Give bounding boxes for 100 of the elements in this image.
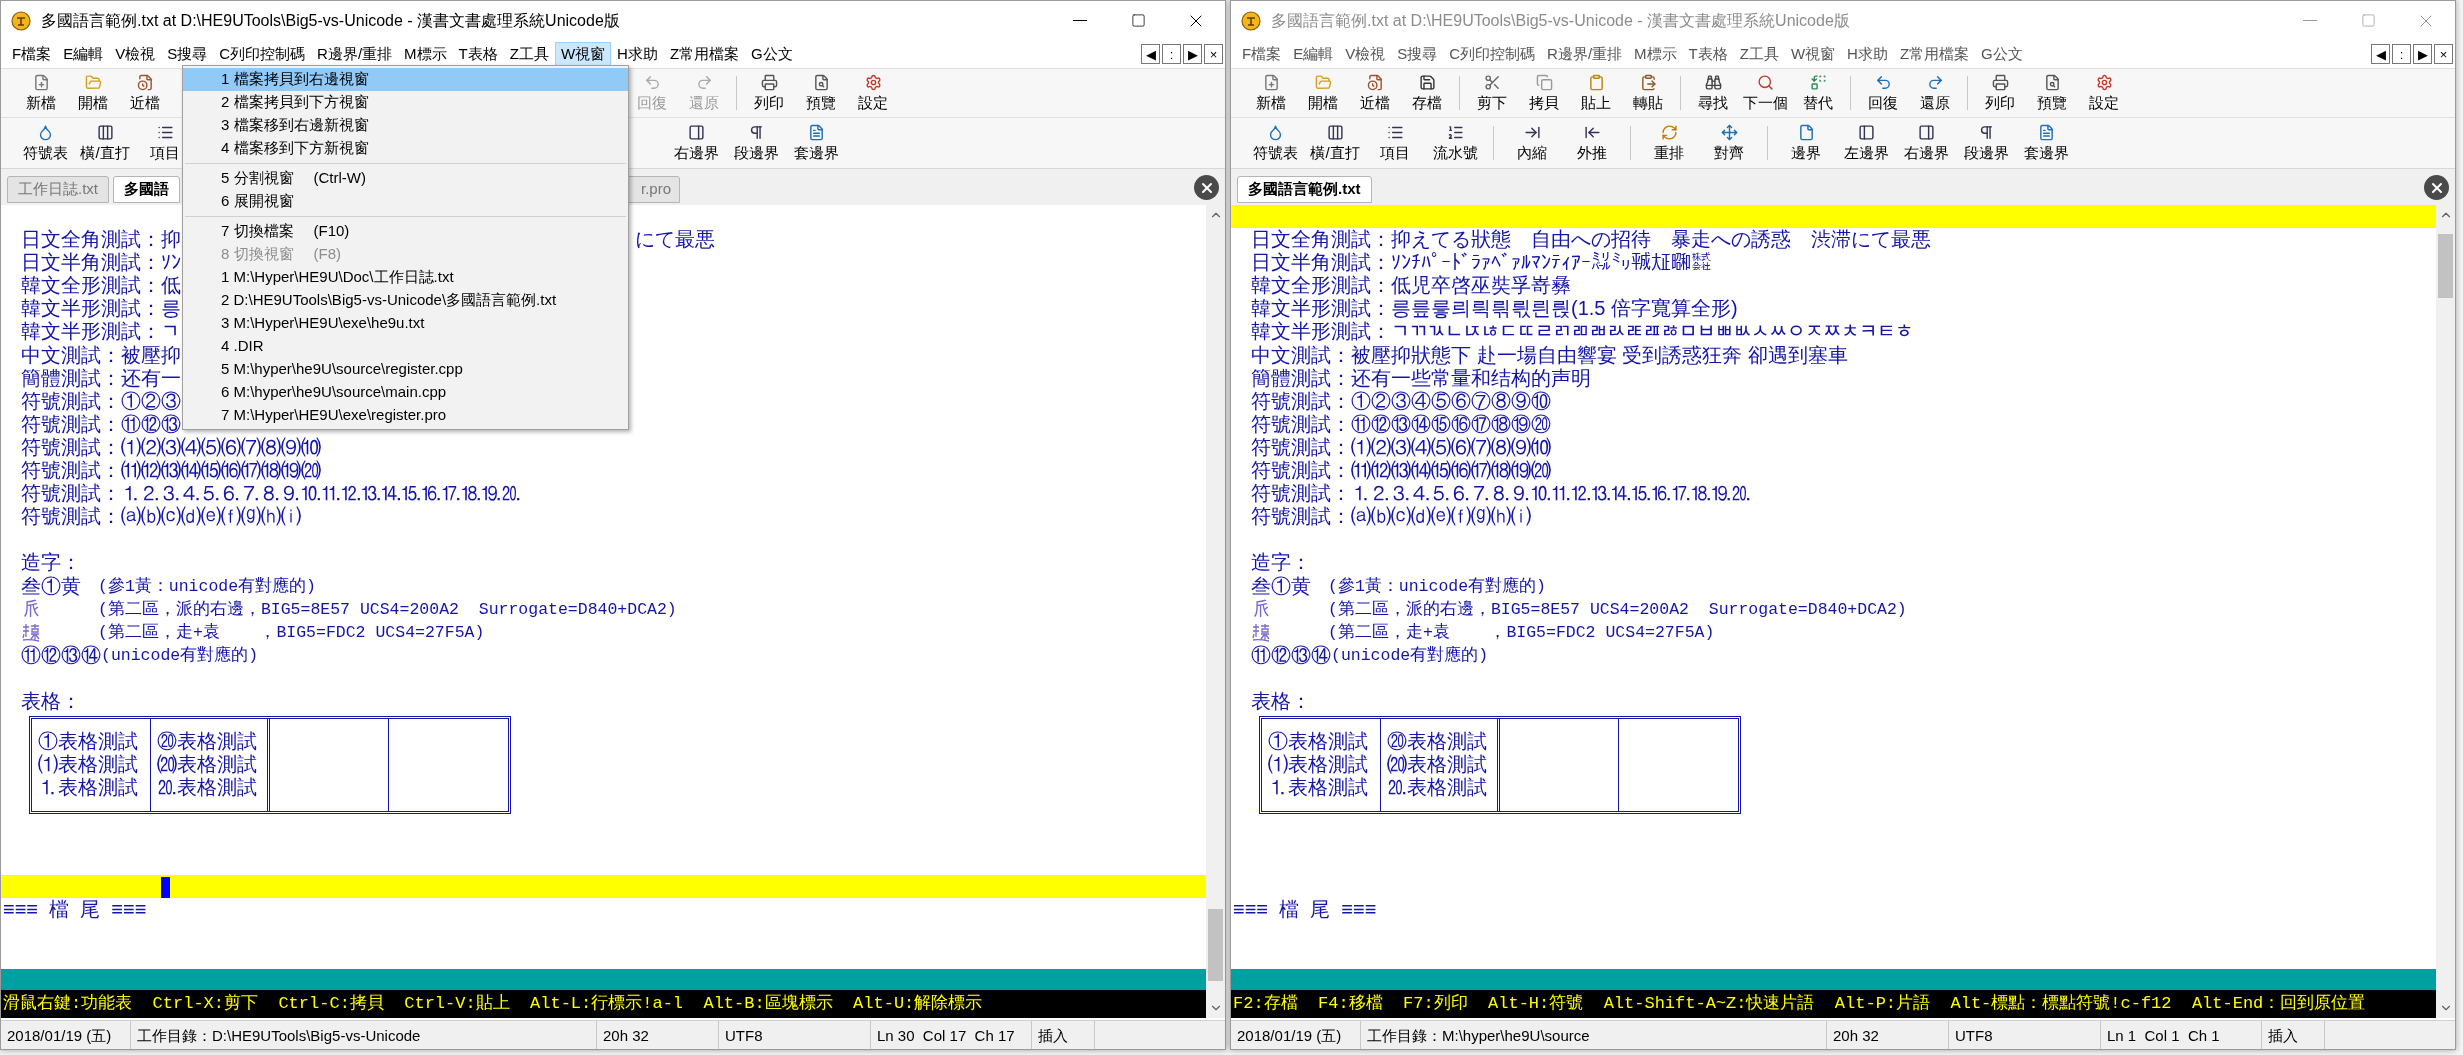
menu-bar-item[interactable]: S搜尋: [161, 41, 214, 67]
toolbar-button[interactable]: 開檔: [67, 72, 119, 114]
toolbar-button[interactable]: 流水號: [1425, 122, 1485, 164]
menu-bar-item[interactable]: C列印控制碼: [1443, 41, 1542, 67]
menu-bar-item[interactable]: S搜尋: [1391, 41, 1444, 67]
menu-bar-item[interactable]: Z常用檔案: [1893, 41, 1976, 67]
document-nav-button[interactable]: ▶: [1183, 44, 1202, 64]
menu-bar-item[interactable]: M標示: [398, 41, 453, 67]
document-nav-button[interactable]: :: [2392, 44, 2411, 64]
close-tab-button[interactable]: [1194, 175, 1219, 200]
menu-item[interactable]: 5 M:\hyper\he9U\source\register.cpp: [183, 358, 628, 381]
toolbar-button[interactable]: 段邊界: [1956, 122, 2016, 164]
toolbar-button[interactable]: 還原: [1909, 72, 1961, 114]
toolbar-button[interactable]: 段邊界: [726, 122, 786, 164]
menu-item[interactable]: 3 M:\Hyper\HE9U\exe\he9u.txt: [183, 312, 628, 335]
toolbar-button[interactable]: 新檔: [15, 72, 67, 114]
toolbar-button[interactable]: 列印: [743, 72, 795, 114]
toolbar-button[interactable]: 設定: [847, 72, 899, 114]
toolbar-button[interactable]: 橫/直打: [1305, 122, 1365, 164]
toolbar-button[interactable]: 拷貝: [1518, 72, 1570, 114]
menu-bar-item[interactable]: E編輯: [57, 41, 110, 67]
toolbar-button[interactable]: 列印: [1974, 72, 2026, 114]
toolbar-button[interactable]: 邊界: [1776, 122, 1836, 164]
toolbar-button[interactable]: 內縮: [1502, 122, 1562, 164]
menu-bar-item[interactable]: R邊界/重排: [311, 41, 399, 67]
toolbar-button[interactable]: 右邊界: [1896, 122, 1956, 164]
menu-bar-item[interactable]: F檔案: [1236, 41, 1288, 67]
toolbar-button[interactable]: 替代: [1792, 72, 1844, 114]
menu-bar-item[interactable]: G公文: [1975, 41, 2029, 67]
document-nav-button[interactable]: ×: [1204, 44, 1223, 64]
toolbar-button[interactable]: 轉貼: [1622, 72, 1674, 114]
menu-item[interactable]: 4 .DIR: [183, 335, 628, 358]
scrollbar[interactable]: [2436, 205, 2455, 1018]
menu-bar-item[interactable]: V檢視: [1339, 41, 1392, 67]
toolbar-button[interactable]: 符號表: [15, 122, 75, 164]
toolbar-button[interactable]: 符號表: [1245, 122, 1305, 164]
toolbar-button[interactable]: 近檔: [119, 72, 171, 114]
menu-bar-item[interactable]: Z工具: [503, 41, 555, 67]
menu-bar-item[interactable]: W視窗: [554, 41, 612, 67]
toolbar-button[interactable]: 外推: [1562, 122, 1622, 164]
menu-bar-item[interactable]: V檢視: [109, 41, 162, 67]
toolbar-button[interactable]: 重排: [1639, 122, 1699, 164]
file-tab[interactable]: 多國語言範例.txt: [1237, 176, 1372, 203]
toolbar-button[interactable]: 橫/直打: [75, 122, 135, 164]
document-nav-button[interactable]: :: [1162, 44, 1181, 64]
toolbar-button[interactable]: 套邊界: [786, 122, 846, 164]
toolbar-button[interactable]: 開檔: [1297, 72, 1349, 114]
menu-bar-item[interactable]: G公文: [745, 41, 799, 67]
toolbar-button[interactable]: 右邊界: [666, 122, 726, 164]
toolbar-button[interactable]: 回復: [1857, 72, 1909, 114]
menu-bar-item[interactable]: H求助: [1841, 41, 1894, 67]
menu-item[interactable]: 1 M:\Hyper\HE9U\Doc\工作日誌.txt: [183, 266, 628, 289]
file-tab[interactable]: 工作日誌.txt: [7, 176, 109, 203]
document-line: 表格：: [21, 689, 81, 712]
document-line: 符號測試：⑴⑵⑶⑷⑸⑹⑺⑻⑼⑽: [21, 435, 321, 458]
custom-glyph: 𠂢: [21, 597, 41, 621]
toolbar-button[interactable]: 近檔: [1349, 72, 1401, 114]
menu-item[interactable]: 7 M:\Hyper\HE9U\exe\register.pro: [183, 404, 628, 427]
document-line: 符號測試：⑾⑿⒀⒁⒂⒃⒄⒅⒆⒇: [1251, 459, 1551, 482]
menu-item[interactable]: 1 檔案拷貝到右邊視窗: [183, 68, 628, 91]
document-nav-button[interactable]: ◀: [2371, 44, 2390, 64]
menu-bar-item[interactable]: H求助: [611, 41, 664, 67]
menu-item[interactable]: 2 D:\HE9UTools\Big5-vs-Unicode\多國語言範例.txt: [183, 289, 628, 312]
toolbar-button[interactable]: 剪下: [1466, 72, 1518, 114]
toolbar-button[interactable]: 項目: [1365, 122, 1425, 164]
page-icon: [1797, 124, 1815, 141]
table-cell-text: ⑳表格測試: [156, 730, 257, 754]
menu-bar-item[interactable]: T表格: [452, 41, 504, 67]
menu-bar-item[interactable]: E編輯: [1287, 41, 1340, 67]
menu-bar-item[interactable]: W視窗: [1784, 41, 1842, 67]
menu-bar-item[interactable]: C列印控制碼: [213, 41, 312, 67]
toolbar-button[interactable]: 套邊界: [2016, 122, 2076, 164]
document-nav-button[interactable]: ▶: [2413, 44, 2432, 64]
menu-item[interactable]: 7 切換檔案 (F10): [183, 220, 628, 243]
toolbar-button[interactable]: 設定: [2078, 72, 2130, 114]
menu-bar-item[interactable]: F檔案: [6, 41, 58, 67]
toolbar-button[interactable]: 新檔: [1245, 72, 1297, 114]
toolbar-button[interactable]: 預覽: [795, 72, 847, 114]
document-nav-button[interactable]: ◀: [1141, 44, 1160, 64]
toolbar-button[interactable]: 貼上: [1570, 72, 1622, 114]
close-tab-button[interactable]: [2424, 175, 2449, 200]
toolbar-button[interactable]: 預覽: [2026, 72, 2078, 114]
scroll-thumb[interactable]: [1208, 909, 1223, 981]
menu-bar-item[interactable]: T表格: [1682, 41, 1734, 67]
menu-item[interactable]: 2 檔案拷貝到下方視窗: [183, 91, 628, 114]
status-cell: 2018/01/19 (五): [1231, 1021, 1361, 1049]
toolbar-button[interactable]: 左邊界: [1836, 122, 1896, 164]
toolbar-button[interactable]: 下一個: [1739, 72, 1792, 114]
scroll-thumb[interactable]: [2438, 234, 2453, 298]
toolbar-button[interactable]: 存檔: [1401, 72, 1453, 114]
toolbar-button[interactable]: 對齊: [1699, 122, 1759, 164]
scrollbar[interactable]: [1206, 205, 1225, 1018]
file-tab[interactable]: 多國語: [113, 176, 180, 203]
menu-bar-item[interactable]: M標示: [1628, 41, 1683, 67]
menu-bar-item[interactable]: Z常用檔案: [663, 41, 746, 67]
menu-item[interactable]: 6 M:\hyper\he9U\source\main.cpp: [183, 381, 628, 404]
document-nav-button[interactable]: ×: [2434, 44, 2453, 64]
toolbar-button[interactable]: 尋找: [1687, 72, 1739, 114]
menu-bar-item[interactable]: Z工具: [1733, 41, 1785, 67]
menu-bar-item[interactable]: R邊界/重排: [1541, 41, 1629, 67]
